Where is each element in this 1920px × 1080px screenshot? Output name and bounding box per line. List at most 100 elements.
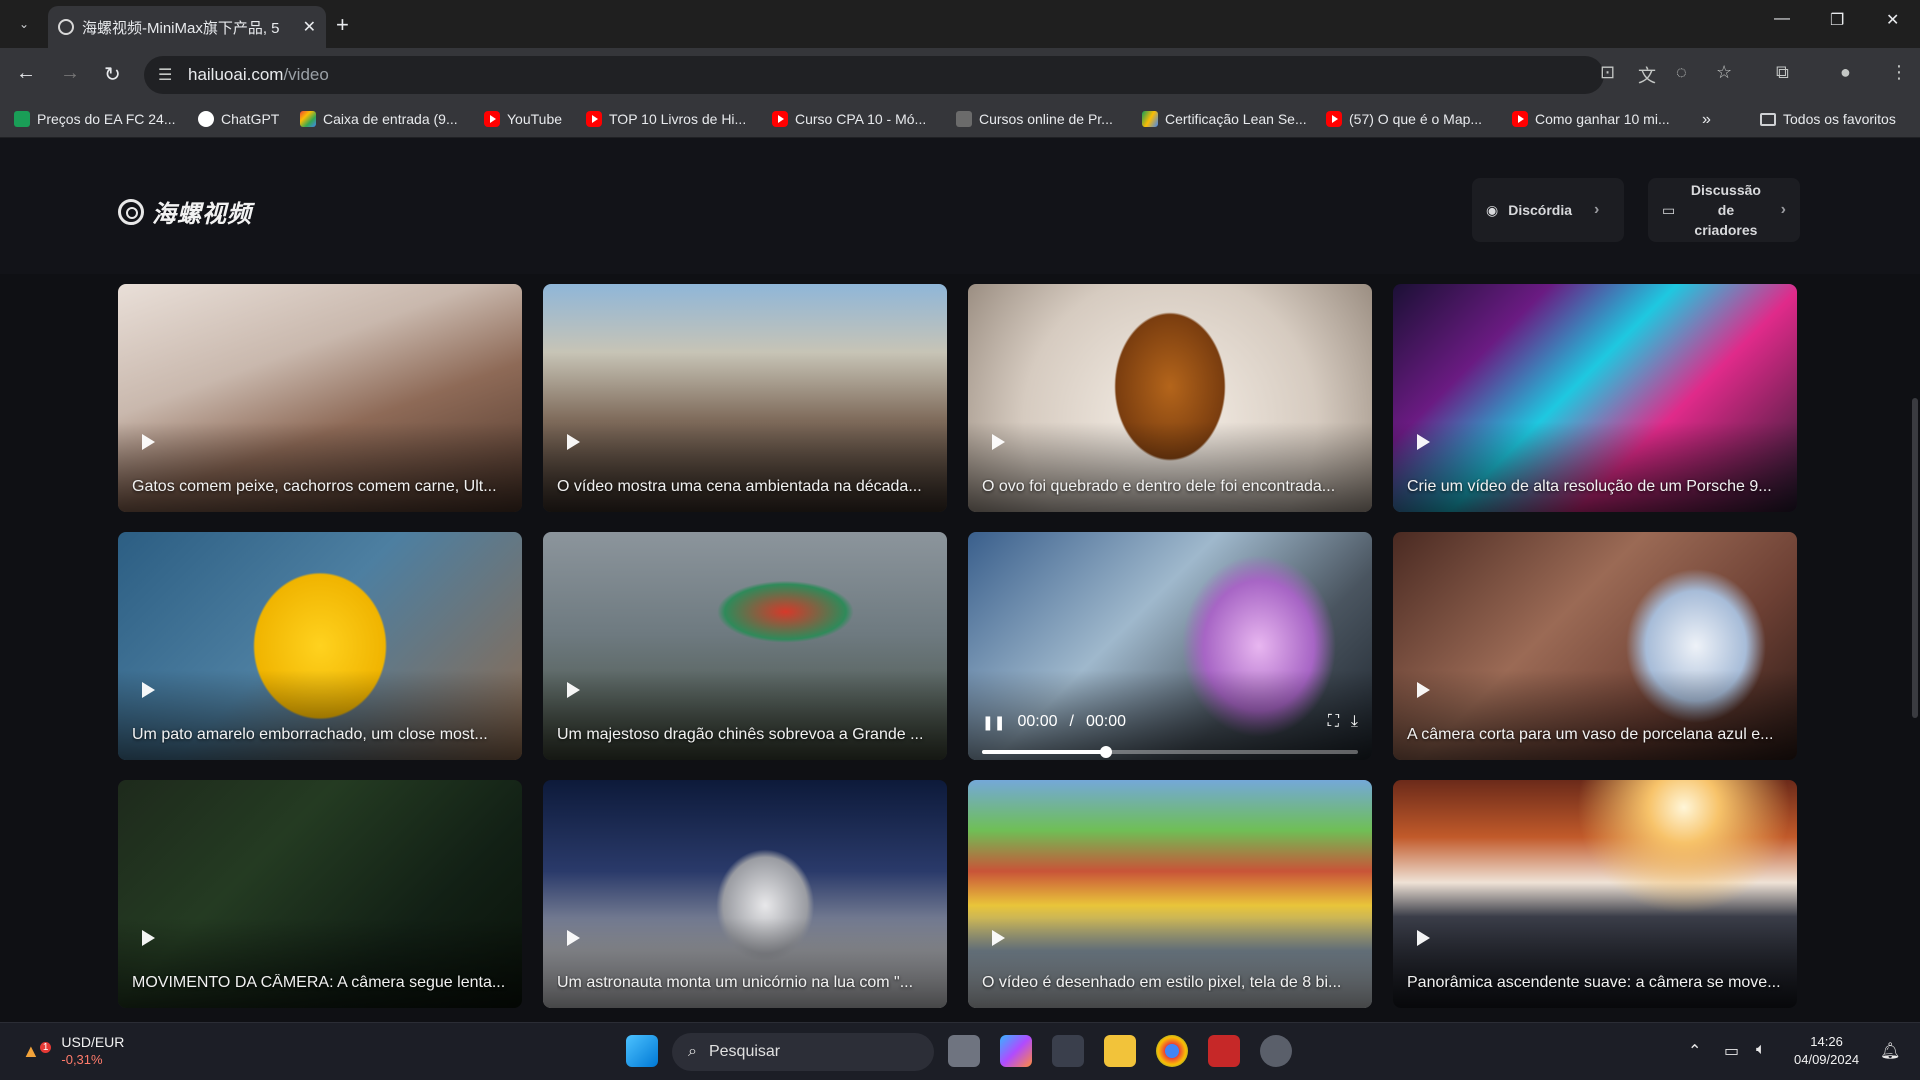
- video-caption: O ovo foi quebrado e dentro dele foi enc…: [982, 478, 1336, 495]
- play-icon[interactable]: [142, 682, 155, 698]
- minimize-icon[interactable]: —: [1774, 10, 1790, 28]
- bookmark-label: ChatGPT: [221, 111, 280, 127]
- extensions-icon[interactable]: ⧉: [1776, 62, 1789, 83]
- play-icon[interactable]: [1417, 682, 1430, 698]
- bookmark-item[interactable]: TOP 10 Livros de Hi...: [586, 111, 746, 127]
- taskbar-clock[interactable]: 14:26 04/09/2024: [1794, 1033, 1859, 1069]
- video-card[interactable]: Gatos comem peixe, cachorros comem carne…: [118, 284, 522, 512]
- store-icon[interactable]: [1052, 1035, 1084, 1067]
- stock-badge: 1: [39, 1041, 52, 1053]
- card-shade: [118, 918, 522, 1008]
- card-shade: [1393, 422, 1797, 512]
- install-app-icon[interactable]: ⊡: [1600, 62, 1615, 83]
- chevron-up-icon[interactable]: ⌃: [1688, 1041, 1701, 1061]
- bookmark-item[interactable]: Certificação Lean Se...: [1142, 111, 1307, 127]
- bookmark-item[interactable]: Cursos online de Pr...: [956, 111, 1113, 127]
- video-progress-bar[interactable]: [982, 746, 1358, 758]
- video-caption: Um majestoso dragão chinês sobrevoa a Gr…: [557, 726, 924, 743]
- network-icon[interactable]: ▭: [1724, 1041, 1739, 1061]
- play-icon[interactable]: [992, 434, 1005, 450]
- video-card[interactable]: O vídeo mostra uma cena ambientada na dé…: [543, 284, 947, 512]
- total-time: 00:00: [1085, 713, 1127, 730]
- video-controls: ❚❚ 00:00 / 00:00 ⛶ ⤓: [982, 712, 1358, 732]
- bookmark-item[interactable]: YouTube: [484, 111, 562, 127]
- stock-widget[interactable]: ▲ 1 USD/EUR -0,31%: [22, 1033, 124, 1069]
- back-icon[interactable]: ←: [16, 62, 36, 85]
- youtube-icon: [772, 111, 788, 127]
- site-logo[interactable]: 海螺视频: [118, 194, 252, 229]
- folder-icon: [1760, 112, 1776, 126]
- reload-icon[interactable]: ↻: [104, 62, 121, 87]
- video-card[interactable]: MOVIMENTO DA CÂMERA: A câmera segue lent…: [118, 780, 522, 1008]
- bookmark-label: Cursos online de Pr...: [979, 111, 1113, 127]
- translate-icon[interactable]: 文: [1638, 62, 1656, 88]
- creators-discussion-button[interactable]: ▭ Discussão de criadores ›: [1648, 178, 1800, 242]
- video-card[interactable]: O ovo foi quebrado e dentro dele foi enc…: [968, 284, 1372, 512]
- page-scrollbar[interactable]: [1912, 398, 1918, 718]
- card-shade: [543, 422, 947, 512]
- play-icon[interactable]: [567, 930, 580, 946]
- site-favicon-icon: [58, 19, 74, 35]
- chrome-icon[interactable]: [1156, 1035, 1188, 1067]
- video-card-playing[interactable]: ❚❚ 00:00 / 00:00 ⛶ ⤓: [968, 532, 1372, 760]
- bookmark-star-icon[interactable]: ☆: [1716, 62, 1732, 83]
- file-explorer-icon[interactable]: [1104, 1035, 1136, 1067]
- card-shade: [543, 670, 947, 760]
- bookmark-item[interactable]: Como ganhar 10 mi...: [1512, 111, 1670, 127]
- video-card[interactable]: Um majestoso dragão chinês sobrevoa a Gr…: [543, 532, 947, 760]
- play-icon[interactable]: [142, 434, 155, 450]
- progress-knob[interactable]: [1100, 746, 1113, 758]
- video-card[interactable]: A câmera corta para um vaso de porcelana…: [1393, 532, 1797, 760]
- all-favorites-button[interactable]: Todos os favoritos: [1760, 111, 1896, 127]
- task-view-icon[interactable]: [948, 1035, 980, 1067]
- video-card[interactable]: Panorâmica ascendente suave: a câmera se…: [1393, 780, 1797, 1008]
- restore-icon[interactable]: ❐: [1830, 10, 1844, 30]
- close-tab-icon[interactable]: ✕: [303, 17, 316, 37]
- download-icon[interactable]: ⤓: [1351, 713, 1358, 731]
- app-gear-icon[interactable]: [1260, 1035, 1292, 1067]
- notification-bell-icon[interactable]: 🔔︎: [1880, 1041, 1900, 1061]
- fullscreen-icon[interactable]: ⛶: [1328, 713, 1339, 731]
- bookmark-item[interactable]: Caixa de entrada (9...: [300, 111, 458, 127]
- clock-date: 04/09/2024: [1794, 1052, 1860, 1067]
- taskbar: ▲ 1 USD/EUR -0,31% ⌕ Pesquisar ⌃ ▭ 🔈︎ 14:…: [0, 1022, 1920, 1080]
- close-window-icon[interactable]: ✕: [1886, 10, 1899, 30]
- bookmark-item[interactable]: (57) O que é o Map...: [1326, 111, 1482, 127]
- tab-search-button[interactable]: ⌄: [10, 11, 38, 37]
- play-icon[interactable]: [142, 930, 155, 946]
- bookmark-label: Curso CPA 10 - Mó...: [795, 111, 927, 127]
- video-card[interactable]: Um astronauta monta um unicórnio na lua …: [543, 780, 947, 1008]
- address-bar[interactable]: ☰ hailuoai.com/video: [144, 56, 1604, 94]
- more-bookmarks-button[interactable]: »: [1702, 111, 1711, 129]
- new-tab-button[interactable]: +: [336, 12, 349, 38]
- profile-avatar[interactable]: ●: [1840, 62, 1851, 83]
- forward-icon[interactable]: →: [60, 62, 80, 85]
- play-icon[interactable]: [1417, 930, 1430, 946]
- chat-icon: ▭: [1662, 201, 1676, 218]
- video-caption: Panorâmica ascendente suave: a câmera se…: [1407, 974, 1781, 991]
- video-card[interactable]: Crie um vídeo de alta resolução de um Po…: [1393, 284, 1797, 512]
- site-info-icon[interactable]: ☰: [158, 65, 172, 85]
- copilot-icon[interactable]: [1000, 1035, 1032, 1067]
- play-icon[interactable]: [992, 930, 1005, 946]
- bookmark-label: Preços do EA FC 24...: [37, 111, 176, 127]
- play-icon[interactable]: [567, 682, 580, 698]
- bookmark-item[interactable]: Curso CPA 10 - Mó...: [772, 111, 926, 127]
- clock-time: 14:26: [1810, 1034, 1843, 1049]
- volume-icon[interactable]: 🔈︎: [1756, 1041, 1766, 1059]
- bookmark-item[interactable]: ChatGPT: [198, 111, 279, 127]
- menu-icon[interactable]: ⋮: [1890, 62, 1908, 83]
- play-icon[interactable]: [1417, 434, 1430, 450]
- bookmark-item[interactable]: Preços do EA FC 24...: [14, 111, 176, 127]
- play-icon[interactable]: [567, 434, 580, 450]
- app-red-icon[interactable]: [1208, 1035, 1240, 1067]
- discord-button[interactable]: ◉ Discórdia ›: [1472, 178, 1624, 242]
- windows-start-icon[interactable]: [626, 1035, 658, 1067]
- taskbar-search[interactable]: ⌕ Pesquisar: [672, 1033, 934, 1071]
- course-icon: [956, 111, 972, 127]
- active-tab[interactable]: 海螺视频-MiniMax旗下产品, 5 ✕: [48, 6, 326, 48]
- pause-icon[interactable]: ❚❚: [982, 714, 1005, 731]
- video-card[interactable]: Um pato amarelo emborrachado, um close m…: [118, 532, 522, 760]
- eye-off-icon[interactable]: ◌: [1676, 62, 1687, 83]
- video-card[interactable]: O vídeo é desenhado em estilo pixel, tel…: [968, 780, 1372, 1008]
